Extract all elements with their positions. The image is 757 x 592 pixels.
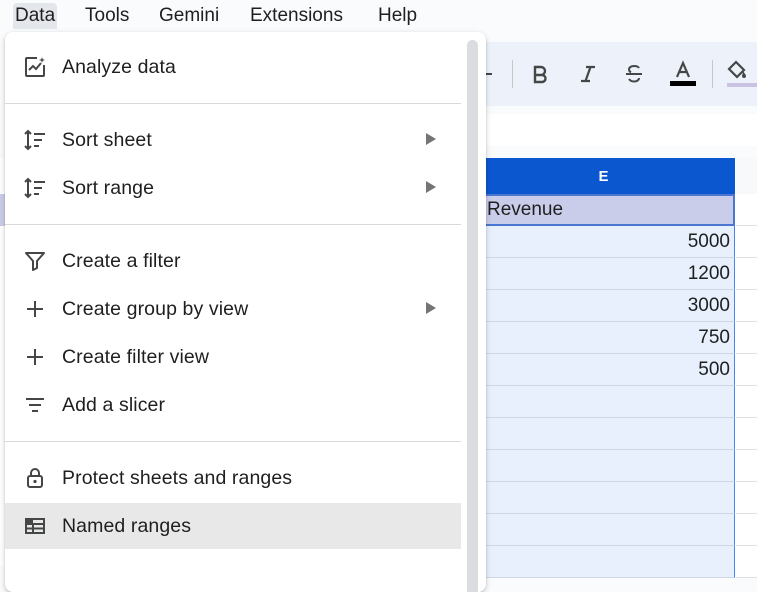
cell[interactable] xyxy=(736,290,757,322)
data-menu: Analyze data Sort sheet Sort range Creat… xyxy=(5,32,486,592)
fill-color-icon xyxy=(723,59,757,89)
menu-item-label: Create group by view xyxy=(62,297,249,320)
column-header[interactable] xyxy=(736,158,757,195)
menu-item-create-filter-view[interactable]: Create filter view xyxy=(5,334,461,380)
menu-item-sort-sheet[interactable]: Sort sheet xyxy=(5,117,461,163)
plus-icon xyxy=(23,297,47,321)
menu-item-label: Create filter view xyxy=(62,345,210,368)
plus-icon xyxy=(23,345,47,369)
toolbar-divider xyxy=(512,60,513,88)
cell[interactable] xyxy=(736,546,757,578)
sort-icon xyxy=(23,128,47,152)
lock-icon xyxy=(23,466,47,490)
submenu-arrow-icon xyxy=(426,133,436,145)
filter-icon xyxy=(23,249,47,273)
toolbar-divider xyxy=(712,60,713,88)
cell[interactable] xyxy=(736,386,757,418)
fill-color-button[interactable] xyxy=(722,42,757,106)
menu-item-create-group-by-view[interactable]: Create group by view xyxy=(5,286,461,332)
bold-button[interactable] xyxy=(522,42,558,106)
italic-button[interactable] xyxy=(570,42,606,106)
cell-value[interactable]: 500 xyxy=(472,354,735,386)
cell[interactable] xyxy=(736,418,757,450)
formula-bar[interactable] xyxy=(470,114,757,146)
menu-item-label: Sort range xyxy=(62,176,155,199)
column-header-e[interactable]: E xyxy=(472,158,736,194)
menu-item-analyze-data[interactable]: Analyze data xyxy=(5,44,461,90)
menu-help[interactable]: Help xyxy=(376,3,419,29)
cell-value[interactable] xyxy=(472,514,735,546)
cell[interactable] xyxy=(736,450,757,482)
sort-icon xyxy=(23,176,47,200)
menu-tools[interactable]: Tools xyxy=(83,3,131,29)
cell-value[interactable]: 5000 xyxy=(472,226,735,258)
cell-value[interactable] xyxy=(472,386,735,418)
strikethrough-icon xyxy=(623,63,645,85)
menu-extensions[interactable]: Extensions xyxy=(248,3,345,29)
menu-item-label: Analyze data xyxy=(62,55,176,78)
slicer-icon xyxy=(23,393,47,417)
cell[interactable] xyxy=(736,226,757,258)
menu-item-create-filter[interactable]: Create a filter xyxy=(5,238,461,284)
cell[interactable] xyxy=(736,514,757,546)
menu-item-sort-range[interactable]: Sort range xyxy=(5,165,461,211)
italic-icon xyxy=(578,64,598,84)
menu-item-label: Create a filter xyxy=(62,249,181,272)
cell-value[interactable]: 1200 xyxy=(472,258,735,290)
cell[interactable] xyxy=(736,322,757,354)
menu-item-named-ranges[interactable]: Named ranges xyxy=(5,503,461,549)
menu-item-label: Sort sheet xyxy=(62,128,152,151)
menubar: Data Tools Gemini Extensions Help xyxy=(0,0,757,30)
cell[interactable] xyxy=(736,482,757,514)
cell-value[interactable] xyxy=(472,418,735,450)
cell-header-revenue[interactable]: Revenue xyxy=(472,194,735,226)
text-color-icon xyxy=(670,60,696,88)
menu-divider xyxy=(5,441,461,442)
menu-item-label: Named ranges xyxy=(62,514,192,537)
cell[interactable] xyxy=(736,354,757,386)
cell-value[interactable] xyxy=(472,482,735,514)
menu-divider xyxy=(5,224,461,225)
cell[interactable] xyxy=(736,258,757,290)
menu-gemini[interactable]: Gemini xyxy=(157,3,221,29)
menu-item-protect-sheets[interactable]: Protect sheets and ranges xyxy=(5,455,461,501)
strikethrough-button[interactable] xyxy=(616,42,652,106)
cell[interactable] xyxy=(736,194,757,226)
cell-value[interactable]: 750 xyxy=(472,322,735,354)
menu-item-label: Protect sheets and ranges xyxy=(62,466,293,489)
menu-scrollbar[interactable] xyxy=(467,40,478,592)
menu-data[interactable]: Data xyxy=(13,3,58,29)
submenu-arrow-icon xyxy=(426,302,436,314)
bold-icon xyxy=(530,64,550,84)
analyze-data-icon xyxy=(23,55,47,79)
cell-value[interactable]: 3000 xyxy=(472,290,735,322)
menu-item-label: Add a slicer xyxy=(62,393,166,416)
toolbar xyxy=(470,42,757,106)
named-ranges-icon xyxy=(23,514,47,538)
menu-item-add-slicer[interactable]: Add a slicer xyxy=(5,382,461,428)
menu-divider xyxy=(5,103,461,104)
submenu-arrow-icon xyxy=(426,181,436,193)
text-color-button[interactable] xyxy=(665,42,701,106)
cell-value[interactable] xyxy=(472,546,735,578)
cell-value[interactable] xyxy=(472,450,735,482)
